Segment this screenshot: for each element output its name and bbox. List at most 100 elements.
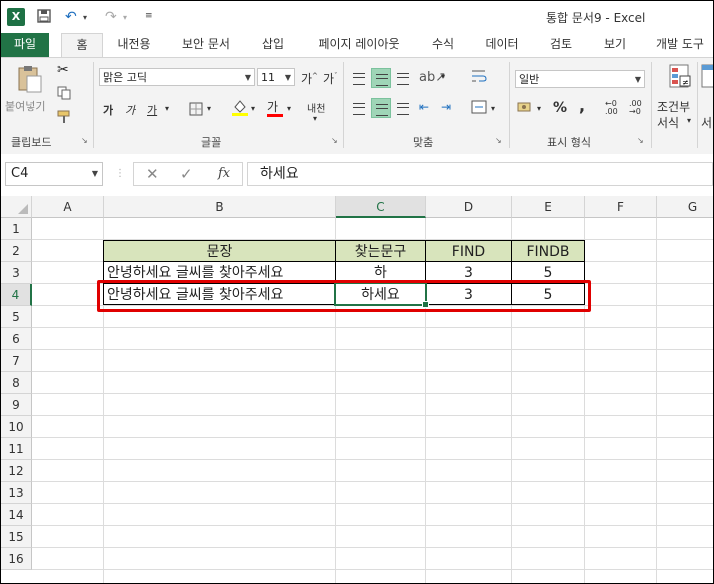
column-header-e[interactable]: E [512, 196, 585, 218]
increase-decimal-icon[interactable]: ←0.00 [605, 100, 618, 116]
row-header-6[interactable]: 6 [1, 328, 32, 350]
row-header-8[interactable]: 8 [1, 372, 32, 394]
table-header-find[interactable]: FIND [425, 240, 512, 262]
tab-review[interactable]: 검토 [541, 33, 581, 57]
row-header-4[interactable]: 4 [1, 284, 32, 306]
tab-file[interactable]: 파일 [1, 33, 49, 57]
enter-icon[interactable]: ✓ [180, 165, 193, 183]
tab-view[interactable]: 보기 [595, 33, 635, 57]
tab-page-layout[interactable]: 페이지 레이아웃 [309, 33, 409, 57]
table-header-findb[interactable]: FINDB [511, 240, 585, 262]
insert-function-icon[interactable]: fx [218, 166, 230, 181]
undo-dropdown-icon[interactable]: ▾ [83, 13, 87, 22]
chevron-down-icon[interactable]: ▾ [687, 116, 691, 125]
row-header-9[interactable]: 9 [1, 394, 32, 416]
tab-home[interactable]: 홈 [61, 33, 103, 58]
table-header-sentence[interactable]: 문장 [103, 240, 336, 262]
cut-icon[interactable]: ✂ [57, 62, 69, 78]
row-header-5[interactable]: 5 [1, 306, 32, 328]
row-header-1[interactable]: 1 [1, 218, 32, 240]
tab-security-document[interactable]: 보안 문서 [173, 33, 239, 57]
underline-icon[interactable]: 가 [147, 102, 157, 118]
row-header-12[interactable]: 12 [1, 460, 32, 482]
chevron-down-icon[interactable]: ▾ [313, 114, 317, 123]
column-header-c[interactable]: C [336, 196, 426, 218]
chevron-down-icon[interactable]: ▾ [207, 104, 211, 113]
decrease-indent-icon[interactable]: ⇤ [419, 100, 429, 114]
currency-icon[interactable] [517, 100, 533, 117]
middle-align-icon[interactable] [371, 68, 391, 88]
tab-insert[interactable]: 삽입 [253, 33, 293, 57]
copy-icon[interactable] [57, 86, 71, 103]
format-painter-icon[interactable] [57, 110, 73, 127]
cancel-icon[interactable]: ✕ [146, 165, 159, 183]
tab-my-use[interactable]: 내전용 [111, 33, 157, 57]
fill-color-icon[interactable] [231, 98, 249, 119]
font-size-combo[interactable]: 11 ▼ [257, 68, 295, 86]
column-header-a[interactable]: A [32, 196, 104, 218]
formula-input[interactable]: 하세요 [247, 162, 713, 186]
paste-label[interactable]: 붙여넣기 [5, 98, 45, 114]
table-header-search-phrase[interactable]: 찾는문구 [335, 240, 426, 262]
bottom-align-icon[interactable] [393, 68, 413, 88]
save-icon[interactable] [37, 9, 51, 27]
italic-icon[interactable]: 가 [125, 102, 135, 118]
tab-formulas[interactable]: 수식 [423, 33, 463, 57]
chevron-down-icon[interactable]: ▾ [537, 104, 541, 113]
row-header-13[interactable]: 13 [1, 482, 32, 504]
row-header-11[interactable]: 11 [1, 438, 32, 460]
chevron-down-icon[interactable]: ▾ [491, 104, 495, 113]
redo-icon[interactable]: ↷ [105, 9, 117, 25]
select-all-button[interactable] [1, 196, 32, 218]
row-header-10[interactable]: 10 [1, 416, 32, 438]
bold-icon[interactable]: 가 [103, 102, 113, 118]
column-header-d[interactable]: D [426, 196, 512, 218]
font-launcher-icon[interactable]: ↘ [331, 136, 338, 145]
decrease-decimal-icon[interactable]: .00 →0 [629, 100, 642, 116]
align-center-icon[interactable] [371, 98, 391, 118]
font-name-combo[interactable]: 맑은 고딕 ▼ [99, 68, 255, 86]
name-box[interactable]: C4 ▼ [5, 162, 103, 186]
conditional-formatting-label-1[interactable]: 조건부 [657, 98, 690, 115]
resize-handle-icon[interactable]: ⋮ [115, 168, 125, 179]
clipboard-launcher-icon[interactable]: ↘ [81, 136, 88, 145]
font-color-icon[interactable]: 가 [267, 98, 283, 117]
decrease-font-icon[interactable]: 가ˇ [323, 70, 338, 87]
comma-icon[interactable]: , [579, 96, 585, 115]
chevron-down-icon[interactable]: ▾ [441, 72, 445, 81]
row-header-7[interactable]: 7 [1, 350, 32, 372]
border-icon[interactable] [189, 102, 203, 119]
chevron-down-icon[interactable]: ▾ [287, 104, 291, 113]
tab-developer[interactable]: 개발 도구 [649, 33, 711, 57]
top-align-icon[interactable] [349, 68, 369, 88]
undo-icon[interactable]: ↶ [65, 9, 77, 25]
wrap-text-icon[interactable] [471, 68, 487, 87]
column-header-b[interactable]: B [104, 196, 336, 218]
row-header-3[interactable]: 3 [1, 262, 32, 284]
number-format-combo[interactable]: 일반 ▼ [515, 70, 645, 88]
row-header-14[interactable]: 14 [1, 504, 32, 526]
align-right-icon[interactable] [393, 98, 413, 118]
column-header-f[interactable]: F [585, 196, 657, 218]
merge-center-icon[interactable] [471, 100, 487, 117]
paste-icon[interactable] [15, 64, 45, 97]
format-as-table-label[interactable]: 서 [701, 114, 712, 131]
increase-indent-icon[interactable]: ⇥ [441, 100, 451, 114]
alignment-launcher-icon[interactable]: ↘ [495, 136, 502, 145]
number-launcher-icon[interactable]: ↘ [637, 136, 644, 145]
column-header-g[interactable]: G [657, 196, 713, 218]
conditional-formatting-label-2[interactable]: 서식 [657, 114, 679, 131]
format-as-table-icon[interactable] [701, 64, 713, 93]
tab-data[interactable]: 데이터 [479, 33, 525, 57]
redo-dropdown-icon[interactable]: ▾ [123, 13, 127, 22]
chevron-down-icon[interactable]: ▾ [165, 104, 169, 113]
conditional-formatting-icon[interactable]: ≠ [669, 64, 691, 93]
row-header-15[interactable]: 15 [1, 526, 32, 548]
increase-font-icon[interactable]: 가^ [301, 70, 318, 87]
chevron-down-icon[interactable]: ▾ [251, 104, 255, 113]
align-left-icon[interactable] [349, 98, 369, 118]
percent-icon[interactable]: % [553, 100, 567, 116]
phonetic-icon[interactable]: 내천 [307, 100, 325, 115]
row-header-16[interactable]: 16 [1, 548, 32, 570]
customize-icon[interactable]: ≡ [145, 11, 153, 21]
